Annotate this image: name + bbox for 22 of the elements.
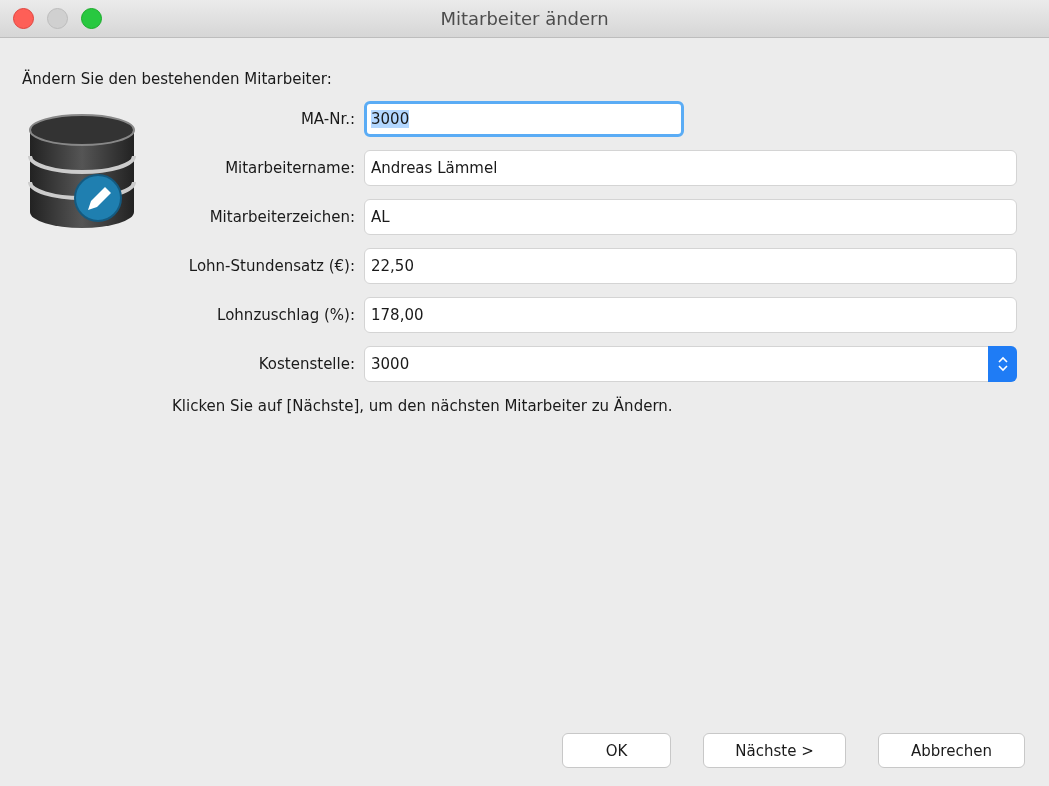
database-edit-icon: [28, 114, 136, 230]
field-label: Lohn-Stundensatz (€):: [187, 257, 355, 275]
input-field[interactable]: Andreas Lämmel: [364, 150, 1017, 186]
zoom-button[interactable]: [81, 8, 102, 29]
ok-button[interactable]: OK: [562, 733, 671, 768]
input-field[interactable]: 22,50: [364, 248, 1017, 284]
window-title: Mitarbeiter ändern: [440, 8, 609, 29]
hint-text: Klicken Sie auf [Nächste], um den nächsten Mitarbeiter zu Ändern.: [172, 397, 674, 415]
field-label: MA-Nr.:: [299, 110, 355, 128]
input-field[interactable]: 3000: [364, 101, 684, 137]
input-field[interactable]: AL: [364, 199, 1017, 235]
close-button[interactable]: [13, 8, 34, 29]
dropdown[interactable]: 3000: [364, 346, 1017, 382]
next-button[interactable]: Nächste >: [703, 733, 846, 768]
intro-text: Ändern Sie den bestehenden Mitarbeiter:: [22, 70, 333, 88]
cancel-button[interactable]: Abbrechen: [878, 733, 1025, 768]
field-label: Kostenstelle:: [257, 355, 355, 373]
field-label: Mitarbeitername:: [224, 159, 355, 177]
field-label: Mitarbeiterzeichen:: [208, 208, 355, 226]
field-label: Lohnzuschlag (%):: [216, 306, 355, 324]
input-field[interactable]: 178,00: [364, 297, 1017, 333]
chevron-up-down-icon[interactable]: [988, 346, 1017, 382]
